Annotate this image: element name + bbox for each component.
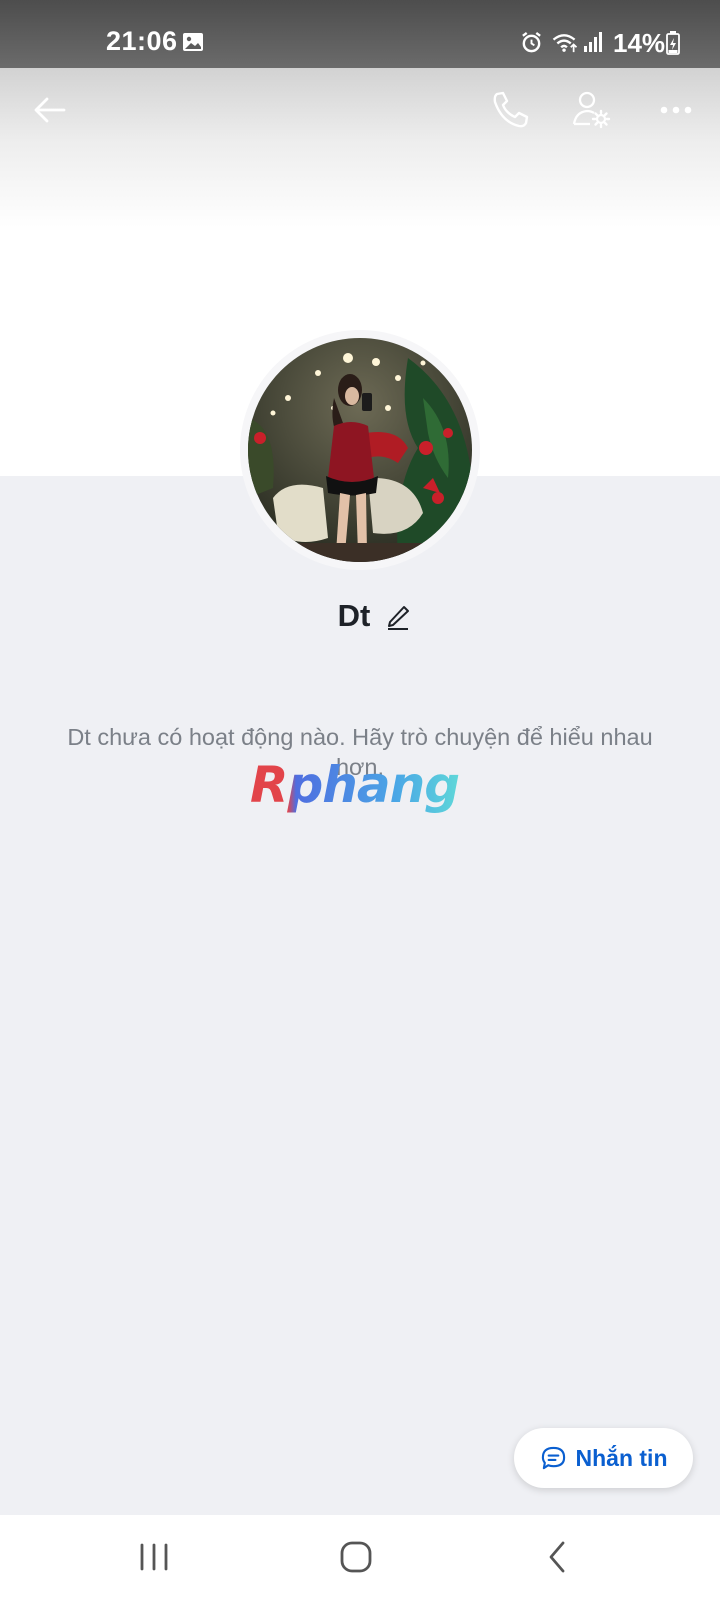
back-icon[interactable] [536, 1537, 580, 1577]
alarm-icon [522, 31, 541, 53]
edit-pencil-icon[interactable] [384, 602, 412, 630]
back-arrow-icon[interactable] [28, 88, 72, 132]
status-time: 21:06 [106, 26, 178, 56]
phone-icon[interactable] [488, 88, 532, 132]
watermark-logo: Rphang [250, 758, 460, 814]
avatar[interactable] [248, 338, 472, 562]
signal-icon [584, 32, 602, 52]
battery-charging-icon [666, 31, 680, 55]
more-icon[interactable] [656, 88, 700, 132]
watermark-text: Rphang [250, 758, 459, 814]
user-settings-icon[interactable] [570, 88, 614, 132]
gallery-icon [183, 33, 203, 51]
home-icon[interactable] [334, 1537, 378, 1577]
profile-name-row: Dt [0, 596, 720, 636]
message-button[interactable]: Nhắn tin [514, 1428, 693, 1488]
wifi-icon [552, 34, 578, 53]
chat-bubble-icon [541, 1446, 565, 1469]
battery-level: 14% [613, 28, 666, 58]
system-nav-bar [0, 1515, 720, 1600]
status-bar: 21:06 14% [0, 0, 720, 68]
profile-name: Dt [337, 598, 371, 633]
recents-icon[interactable] [132, 1537, 176, 1577]
avatar-ring [240, 330, 480, 570]
message-button-label: Nhắn tin [575, 1444, 668, 1471]
